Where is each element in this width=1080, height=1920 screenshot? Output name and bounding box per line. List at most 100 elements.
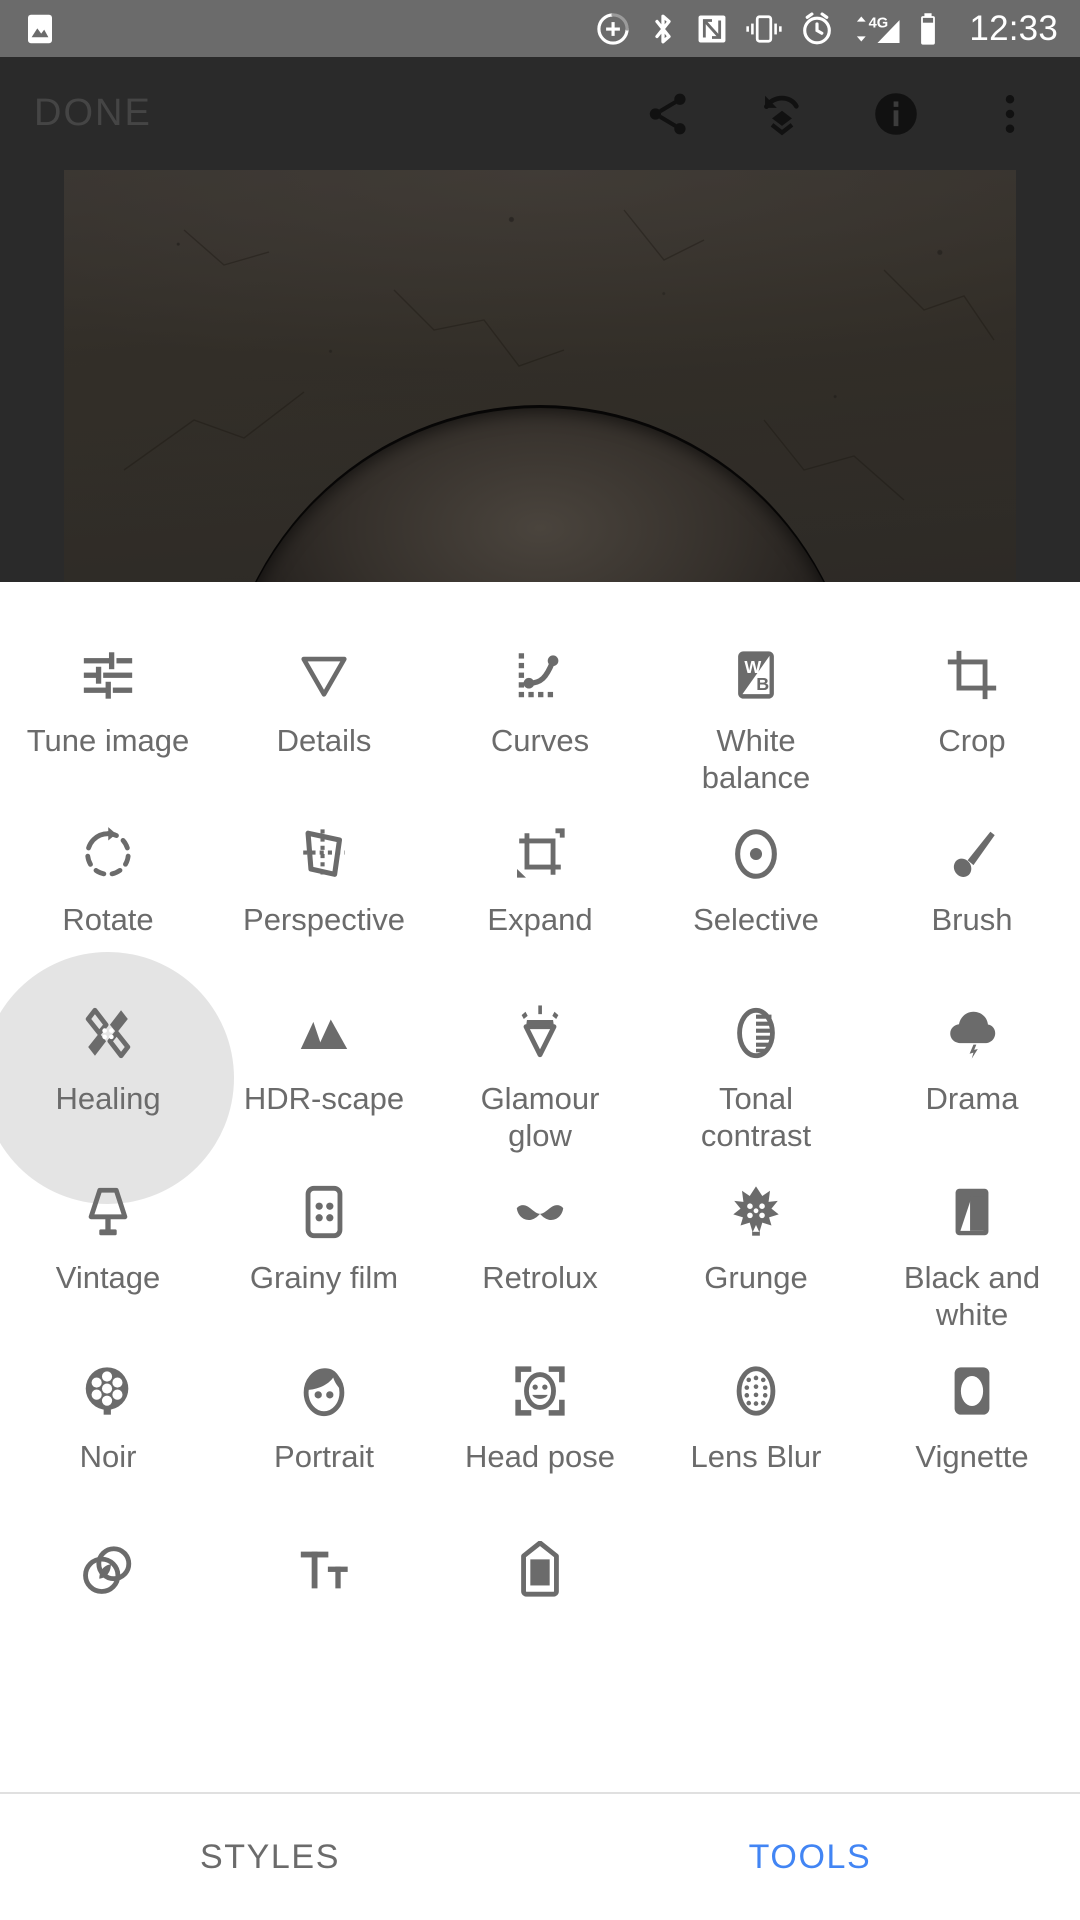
tool-item-healing[interactable]: Healing [0, 951, 234, 1204]
tool-item-text[interactable] [216, 1525, 432, 1704]
tool-item-lens-blur[interactable]: Lens Blur [648, 1346, 864, 1525]
done-button[interactable]: DONE [34, 92, 152, 135]
tool-item-portrait[interactable]: Portrait [216, 1346, 432, 1525]
tool-label: HDR-scape [243, 1081, 405, 1116]
tool-label: Tune image [26, 723, 190, 758]
tool-label: Drama [925, 1081, 1019, 1116]
tool-item-curves[interactable]: Curves [432, 630, 648, 809]
tool-label: Tonal contrast [700, 1081, 812, 1153]
battery-saver-plus-icon [595, 11, 631, 47]
editor-backdrop: DONE [0, 57, 1080, 582]
tool-item-selective[interactable]: Selective [648, 809, 864, 988]
status-bar-right: 4G 12:33 [595, 11, 1058, 47]
head-pose-icon [507, 1358, 573, 1424]
grunge-icon [723, 1179, 789, 1245]
alarm-icon [799, 11, 835, 47]
white-balance-icon: W B [723, 642, 789, 708]
drama-cloud-icon [939, 1000, 1005, 1066]
tool-item-noir[interactable]: Noir [0, 1346, 216, 1525]
svg-text:4G: 4G [869, 15, 889, 31]
info-button[interactable] [868, 86, 924, 142]
tool-label: Details [276, 723, 372, 758]
text-icon [291, 1537, 357, 1603]
rotate-icon [75, 821, 141, 887]
tool-label: Selective [693, 902, 819, 937]
tool-label: Healing [55, 1081, 161, 1116]
snapseed-editor-screen: 4G 12:33 DONE Tune image Details Curves … [0, 0, 1080, 1920]
tool-label: Grainy film [249, 1260, 399, 1295]
tool-item-grunge[interactable]: Grunge [648, 1167, 864, 1346]
portrait-face-icon [291, 1358, 357, 1424]
tool-label: Expand [487, 902, 593, 937]
tool-item-vintage[interactable]: Vintage [0, 1167, 216, 1346]
overflow-menu-button[interactable] [982, 86, 1038, 142]
tool-item-perspective[interactable]: Perspective [216, 809, 432, 988]
share-button[interactable] [640, 86, 696, 142]
tool-label: Perspective [243, 902, 405, 937]
tool-item-grainy-film[interactable]: Grainy film [216, 1167, 432, 1346]
noir-film-reel-icon [75, 1358, 141, 1424]
selection-ripple [0, 951, 234, 1204]
bluetooth-icon [647, 11, 679, 47]
tool-label: Vintage [55, 1260, 161, 1295]
tool-label: Glamour glow [480, 1081, 600, 1153]
status-bar-left [22, 11, 58, 47]
tool-item-white-balance[interactable]: W B White balance [648, 630, 864, 809]
tool-item-double-exposure[interactable] [0, 1525, 216, 1704]
svg-text:B: B [756, 674, 769, 694]
tool-item-brush[interactable]: Brush [864, 809, 1080, 988]
tool-label: Rotate [62, 902, 154, 937]
crop-icon [939, 642, 1005, 708]
editor-toolbar: DONE [0, 57, 1080, 170]
tool-label: Retrolux [482, 1260, 598, 1295]
lens-blur-icon [723, 1358, 789, 1424]
tool-item-glamour-glow[interactable]: Glamour glow [432, 988, 648, 1167]
tool-item-hdr-scape[interactable]: HDR-scape [216, 988, 432, 1167]
tool-label: Brush [931, 902, 1013, 937]
retrolux-mustache-icon [507, 1179, 573, 1245]
vignette-icon [939, 1358, 1005, 1424]
selective-icon [723, 821, 789, 887]
tool-label: Curves [490, 723, 590, 758]
editor-toolbar-actions [640, 86, 1046, 142]
tool-item-vignette[interactable]: Vignette [864, 1346, 1080, 1525]
brush-icon [939, 821, 1005, 887]
tool-grid: Tune image Details Curves W B White bala… [0, 582, 1080, 1704]
tool-item-tonal-contrast[interactable]: Tonal contrast [648, 988, 864, 1167]
double-exposure-icon [75, 1537, 141, 1603]
tool-item-expand[interactable]: Expand [432, 809, 648, 988]
battery-icon [917, 11, 939, 47]
tab-styles[interactable]: STYLES [0, 1794, 540, 1920]
curves-icon [507, 642, 573, 708]
tool-item-crop[interactable]: Crop [864, 630, 1080, 809]
tab-bar: STYLES TOOLS [0, 1794, 1080, 1920]
tool-item-retrolux[interactable]: Retrolux [432, 1167, 648, 1346]
tool-label: Portrait [274, 1439, 374, 1474]
status-bar-clock: 12:33 [969, 9, 1058, 48]
image-preview[interactable] [64, 170, 1016, 582]
tool-label: Head pose [465, 1439, 615, 1474]
undo-stack-button[interactable] [754, 86, 810, 142]
tune-sliders-icon [75, 642, 141, 708]
tool-item-tune-image[interactable]: Tune image [0, 630, 216, 809]
healing-bandage-icon [75, 1000, 141, 1066]
tool-label: White balance [701, 723, 811, 795]
status-bar: 4G 12:33 [0, 0, 1080, 57]
expand-icon [507, 821, 573, 887]
tool-item-head-pose[interactable]: Head pose [432, 1346, 648, 1525]
tool-cell-empty [648, 1525, 864, 1704]
tools-sheet: Tune image Details Curves W B White bala… [0, 582, 1080, 1920]
tool-item-frames[interactable] [432, 1525, 648, 1704]
mobile-data-4g-icon: 4G [851, 11, 901, 47]
tool-item-black-and-white[interactable]: Black and white [864, 1167, 1080, 1346]
frames-icon [507, 1537, 573, 1603]
tool-item-details[interactable]: Details [216, 630, 432, 809]
details-triangle-icon [291, 642, 357, 708]
vibrate-icon [745, 12, 783, 46]
tool-item-drama[interactable]: Drama [864, 988, 1080, 1167]
photo-notification-icon [22, 11, 58, 47]
tool-label: Crop [938, 723, 1006, 758]
tab-tools[interactable]: TOOLS [540, 1794, 1080, 1920]
nfc-icon [695, 12, 729, 46]
tool-label: Noir [79, 1439, 137, 1474]
